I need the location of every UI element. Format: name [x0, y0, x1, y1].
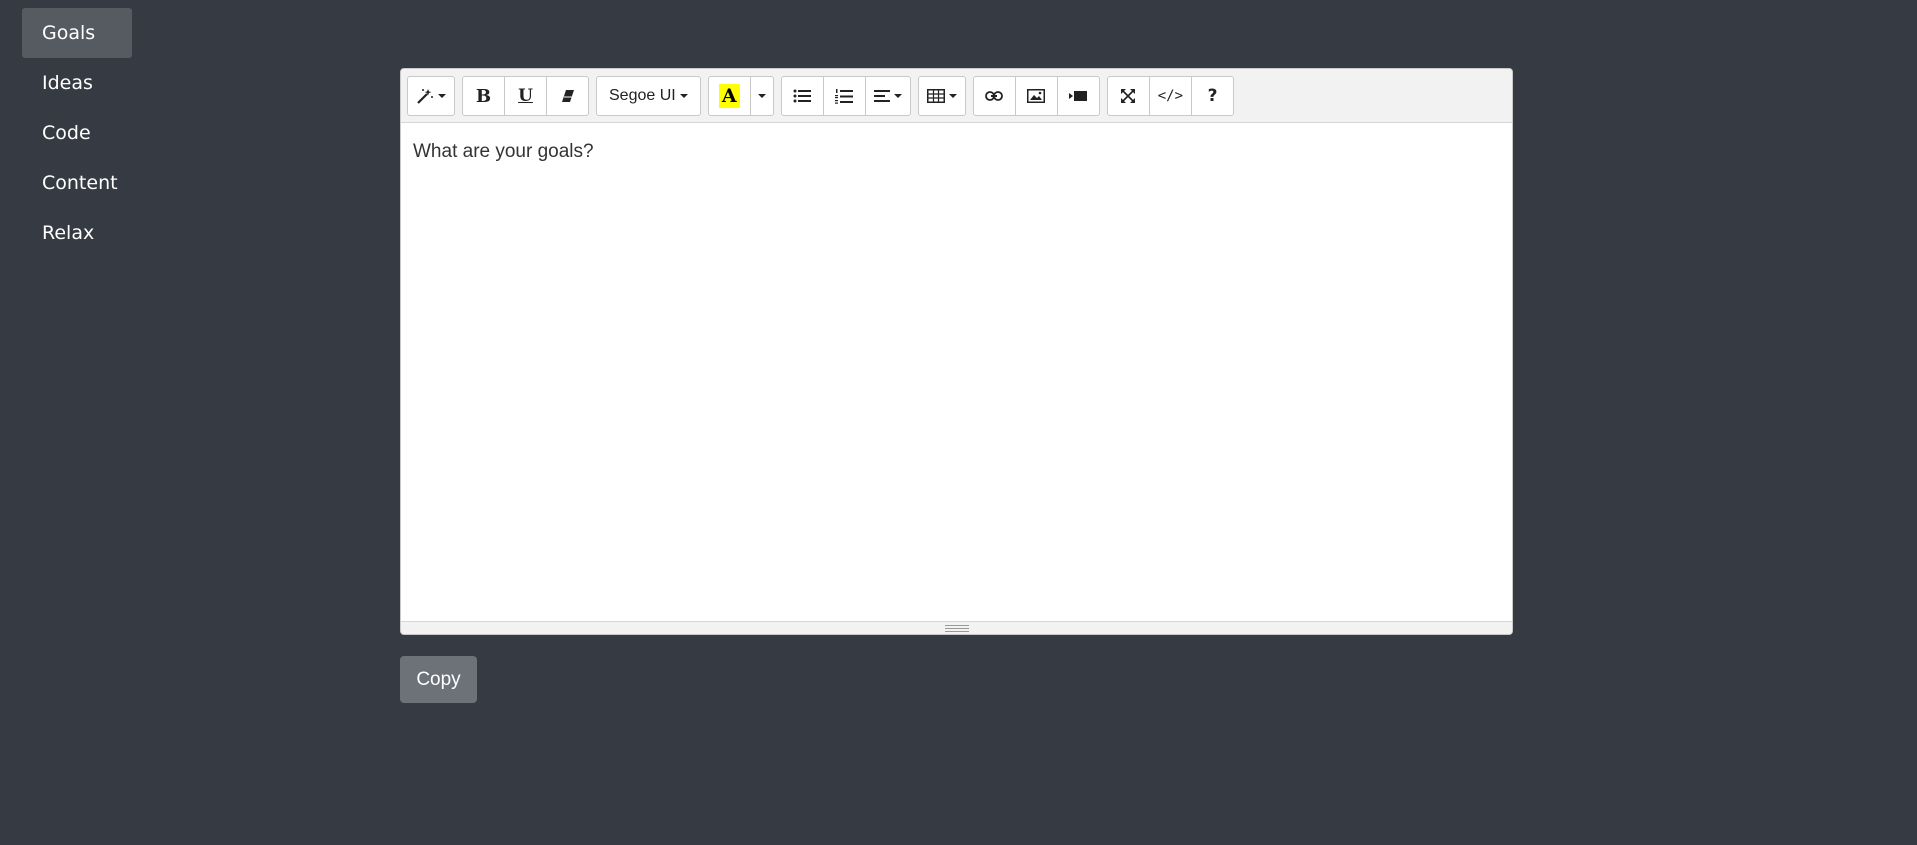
align-left-icon — [873, 90, 890, 102]
copy-button[interactable]: Copy — [400, 656, 477, 703]
numbered-list-icon — [835, 88, 854, 104]
sidebar-item-ideas[interactable]: Ideas — [22, 58, 132, 108]
bullet-list-icon — [793, 89, 812, 103]
style-group — [407, 76, 455, 116]
editor-content-area[interactable]: What are your goals? — [401, 123, 1512, 622]
recent-color-button[interactable]: A — [707, 76, 751, 116]
sidebar: Goals Ideas Code Content Relax — [22, 8, 132, 258]
view-group: </> ? — [1106, 76, 1235, 116]
video-icon — [1069, 90, 1088, 102]
chevron-down-icon — [893, 94, 902, 98]
sidebar-item-relax[interactable]: Relax — [22, 208, 132, 258]
chevron-down-icon — [679, 94, 688, 98]
clear-format-button[interactable] — [546, 76, 589, 116]
table-icon — [926, 89, 945, 103]
rich-text-editor: B U Segoe UI A </> ? What are your goals… — [400, 68, 1513, 635]
underline-label: U — [518, 86, 533, 106]
chevron-down-icon — [948, 94, 957, 98]
insert-link-button[interactable] — [972, 76, 1016, 116]
style-dropdown-button[interactable] — [407, 76, 455, 116]
bold-label: B — [475, 85, 492, 107]
editor-toolbar: B U Segoe UI A </> ? — [401, 69, 1512, 123]
bold-button[interactable]: B — [462, 76, 505, 116]
fullscreen-icon — [1121, 89, 1136, 103]
insert-image-button[interactable] — [1014, 76, 1058, 116]
help-icon: ? — [1207, 86, 1218, 106]
insert-video-button[interactable] — [1056, 76, 1100, 116]
ordered-list-button[interactable] — [822, 76, 866, 116]
table-dropdown-button[interactable] — [917, 76, 966, 116]
link-icon — [985, 91, 1004, 101]
table-group — [917, 76, 966, 116]
text-color-icon: A — [718, 84, 740, 108]
font-name-label: Segoe UI — [609, 87, 676, 104]
underline-button[interactable]: U — [504, 76, 547, 116]
image-icon — [1027, 89, 1046, 103]
insert-group — [972, 76, 1100, 116]
chevron-down-icon — [757, 94, 766, 98]
color-dropdown-button[interactable] — [749, 76, 774, 116]
sidebar-item-content[interactable]: Content — [22, 158, 132, 208]
resize-grip-icon — [944, 624, 969, 632]
paragraph-group — [780, 76, 911, 116]
magic-wand-icon — [416, 88, 434, 104]
unordered-list-button[interactable] — [780, 76, 824, 116]
editor-resize-handle[interactable] — [401, 621, 1512, 634]
chevron-down-icon — [438, 94, 446, 98]
font-name-group: Segoe UI — [596, 76, 701, 116]
font-name-dropdown[interactable]: Segoe UI — [596, 76, 701, 116]
sidebar-item-goals[interactable]: Goals — [22, 8, 132, 58]
eraser-icon — [561, 89, 575, 103]
code-icon: </> — [1157, 88, 1184, 104]
color-group: A — [707, 76, 774, 116]
fullscreen-button[interactable] — [1106, 76, 1150, 116]
paragraph-align-dropdown[interactable] — [864, 76, 911, 116]
sidebar-item-code[interactable]: Code — [22, 108, 132, 158]
code-view-button[interactable]: </> — [1148, 76, 1193, 116]
font-style-group: B U — [462, 76, 589, 116]
help-button[interactable]: ? — [1191, 76, 1235, 116]
